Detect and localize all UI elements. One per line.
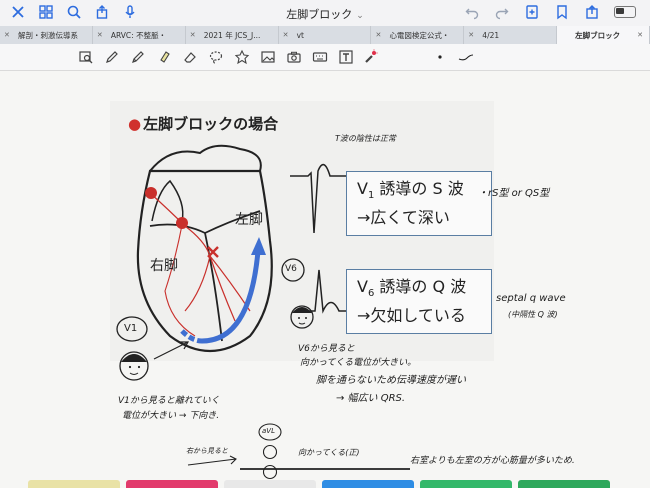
dock-item-5[interactable] (420, 480, 512, 488)
tab-close-icon[interactable]: ✕ (190, 31, 196, 39)
document-tab-bar: ✕ 解剖・刺激伝導系 ✕ ARVC: 不整脈・ ✕ 2021 年 JCS_J... ✕… (0, 26, 650, 45)
tab-label: 心電図検定公式・ (389, 30, 450, 40)
drawing-toolbar (0, 44, 650, 71)
tab-ecg-exam[interactable]: ✕ 心電図検定公式・ (371, 26, 465, 44)
v1-marker-label: V1 (124, 323, 138, 334)
right-bundle-label: 右脚 (150, 258, 178, 274)
note-v6-explain-2: 向かってくる電位が大きい。 (300, 358, 417, 368)
v1-box-line2: →広くて深い (357, 208, 450, 228)
pen-size-dot-icon[interactable] (432, 49, 448, 65)
laser-pointer-icon[interactable] (362, 49, 378, 65)
note-bottom-mid: 向かってくる(正) (298, 448, 360, 457)
redo-icon[interactable] (494, 4, 510, 20)
tab-close-icon[interactable]: ✕ (637, 31, 643, 39)
bottom-timeline-line (240, 468, 410, 470)
chevron-down-icon: ⌄ (356, 11, 364, 21)
note-canvas[interactable]: ● 左脚ブロックの場合 左脚 右脚 V1 誘導の S 波 →広くて深い V6 誘… (0, 71, 650, 488)
v6-q-wave-box: V6 誘導の Q 波 →欠如している (346, 269, 492, 335)
tab-close-icon[interactable]: ✕ (4, 31, 10, 39)
note-v6-explain-4: → 幅広い QRS. (336, 393, 406, 404)
dock-item-4[interactable] (322, 480, 414, 488)
highlighter-icon[interactable] (156, 49, 172, 65)
text-box-icon[interactable] (338, 49, 354, 65)
top-bar: 左脚ブロック ⌄ (0, 0, 650, 27)
note-bottom-right: 右室よりも左室の方が心筋量が多いため. (410, 456, 575, 466)
image-icon[interactable] (260, 49, 276, 65)
add-page-icon[interactable] (524, 4, 540, 20)
bullet-dot-icon: ● (128, 115, 142, 133)
bottom-arrow (187, 455, 237, 466)
tab-4-21[interactable]: ✕ 4/21 (464, 26, 558, 44)
v6-box-line2: →欠如している (357, 306, 466, 326)
note-v1-pattern: ・rS型 or QS型 (478, 188, 550, 199)
note-septal-q: septal q wave (496, 293, 566, 304)
tab-close-icon[interactable]: ✕ (283, 31, 289, 39)
dock-item-6[interactable] (518, 480, 610, 488)
dock-item-3[interactable] (224, 480, 316, 488)
shapes-icon[interactable] (234, 49, 250, 65)
top-bar-right-controls (464, 4, 636, 20)
camera-icon[interactable] (286, 49, 302, 65)
keyboard-icon[interactable] (312, 49, 328, 65)
v6-box-line1: V6 誘導の Q 波 (357, 277, 467, 300)
v1-s-wave-box: V1 誘導の S 波 →広くて深い (346, 171, 492, 237)
bookmark-icon[interactable] (554, 4, 570, 20)
note-v1-explain-1: V1から見ると離れていく (118, 396, 220, 406)
export-icon[interactable] (584, 4, 600, 20)
undo-icon[interactable] (464, 4, 480, 20)
tab-label: ARVC: 不整脈・ (110, 30, 167, 40)
tab-label: 左脚ブロック (575, 30, 621, 40)
tab-close-icon[interactable]: ✕ (97, 31, 103, 39)
v1-direction-arrow (153, 341, 190, 360)
note-t-wave: T波の陰性は正常 (335, 134, 396, 143)
bottom-dock (0, 480, 650, 488)
v6-face-icon (290, 305, 314, 329)
tab-arvc[interactable]: ✕ ARVC: 不整脈・ (93, 26, 186, 44)
tab-close-icon[interactable]: ✕ (375, 31, 381, 39)
tab-label: 解剖・刺激伝導系 (18, 30, 78, 40)
eraser-icon[interactable] (182, 49, 198, 65)
v1-ecg-waveform (290, 163, 350, 234)
tab-label: 2021 年 JCS_J... (203, 30, 261, 40)
slide-title-text: 左脚ブロックの場合 (143, 115, 279, 133)
tab-jcs-2021[interactable]: ✕ 2021 年 JCS_J... (186, 26, 279, 44)
note-v1-explain-2: 電位が大きい → 下向き. (122, 411, 220, 421)
stroke-style-icon[interactable] (458, 49, 474, 65)
tab-label: vt (296, 30, 304, 40)
note-v6-explain-3: 脚を通らないため伝導速度が遅い (316, 375, 466, 386)
battery-icon (614, 6, 636, 18)
lecture-slide: ● 左脚ブロックの場合 左脚 右脚 V1 誘導の S 波 →広くて深い V6 誘… (110, 101, 494, 361)
pen-icon[interactable] (104, 49, 120, 65)
dock-item-1[interactable] (28, 480, 120, 488)
v1-box-line1: V1 誘導の S 波 (357, 179, 464, 202)
v1-face-icon (119, 351, 149, 381)
tab-vt[interactable]: ✕ vt (279, 26, 372, 44)
notes-app-screen: 左脚ブロック ⌄ ✕ 解剖・刺激伝導系 ✕ ARVC: 不整脈・ ✕ 2021 年 JC (0, 0, 650, 488)
left-bundle-label: 左脚 (235, 212, 263, 228)
tab-anatomy[interactable]: ✕ 解剖・刺激伝導系 (0, 26, 93, 44)
dock-item-2[interactable] (126, 480, 218, 488)
slide-title: ● 左脚ブロックの場合 (128, 113, 278, 134)
lasso-zoom-icon[interactable] (78, 49, 94, 65)
v6-marker-label: V6 (285, 264, 297, 274)
tab-close-icon[interactable]: ✕ (468, 31, 474, 39)
tab-left-bundle-branch-block[interactable]: 左脚ブロック ✕ (557, 26, 650, 44)
lasso-icon[interactable] (208, 49, 224, 65)
document-title-text: 左脚ブロック (286, 8, 353, 21)
pencil-icon[interactable] (130, 49, 146, 65)
note-avl: aVL (262, 427, 275, 435)
note-v6-explain-1: V6から見ると (298, 344, 355, 354)
lead-i-circle (262, 444, 278, 460)
tab-label: 4/21 (482, 30, 500, 40)
note-septal-q-jp: (中隔性 Q 波) (508, 310, 558, 319)
